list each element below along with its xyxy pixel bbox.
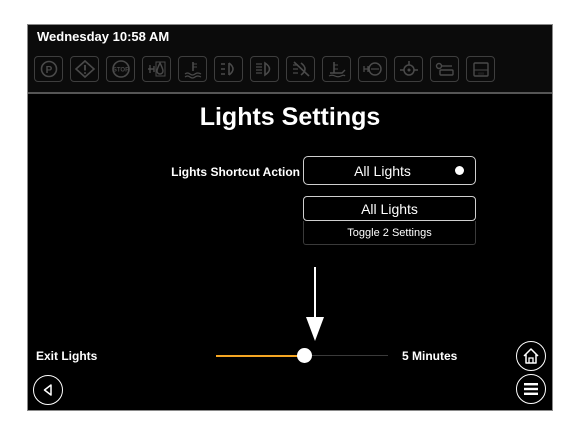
home-icon	[523, 348, 539, 364]
page-title: Lights Settings	[199, 103, 381, 131]
engine-icon	[394, 56, 423, 82]
exit-lights-label: Exit Lights	[36, 349, 98, 363]
wiper-icon	[322, 56, 351, 82]
svg-text:P: P	[45, 65, 52, 76]
warning-icon	[70, 56, 99, 82]
back-icon	[43, 384, 52, 396]
dropdown-options-list: All Lights Toggle 2 Settings	[303, 196, 476, 245]
stop-icon-label: STOP	[112, 68, 128, 74]
datetime: Wednesday 10:58 AM	[37, 29, 170, 44]
lights-shortcut-label: Lights Shortcut Action	[171, 165, 300, 179]
option-toggle-2-settings[interactable]: Toggle 2 Settings	[303, 221, 476, 245]
dropdown-selected-value: All Lights	[354, 162, 411, 179]
slider-inactive-track	[305, 355, 388, 356]
left-turn-signal-icon	[214, 56, 243, 82]
annotation-arrow-down	[306, 267, 324, 341]
fuel-pump-icon	[430, 56, 459, 82]
home-button[interactable]	[516, 341, 546, 371]
display-screen: Wednesday 10:58 AM P STOP ooo Lights Set…	[27, 24, 553, 411]
menu-button[interactable]	[516, 374, 546, 404]
stop-icon: STOP	[106, 56, 135, 82]
battery-icon: ooo	[466, 56, 495, 82]
status-bar: Wednesday 10:58 AM P STOP ooo	[28, 25, 552, 94]
oil-pressure-icon	[358, 56, 387, 82]
parking-brake-icon: P	[34, 56, 63, 82]
fuel-water-icon	[142, 56, 171, 82]
indicator-strip: P STOP ooo	[34, 56, 495, 82]
back-button[interactable]	[33, 375, 63, 405]
exit-lights-value: 5 Minutes	[402, 349, 458, 363]
svg-text:ooo: ooo	[478, 72, 484, 76]
slider-thumb[interactable]	[297, 348, 312, 363]
coolant-temp-icon	[178, 56, 207, 82]
menu-icon	[524, 383, 538, 395]
lights-off-icon	[286, 56, 315, 82]
slider-active-track	[216, 355, 305, 357]
lights-shortcut-dropdown[interactable]: All Lights	[303, 156, 476, 185]
option-all-lights[interactable]: All Lights	[303, 196, 476, 221]
high-beam-icon	[250, 56, 279, 82]
selected-indicator-dot	[455, 166, 464, 175]
